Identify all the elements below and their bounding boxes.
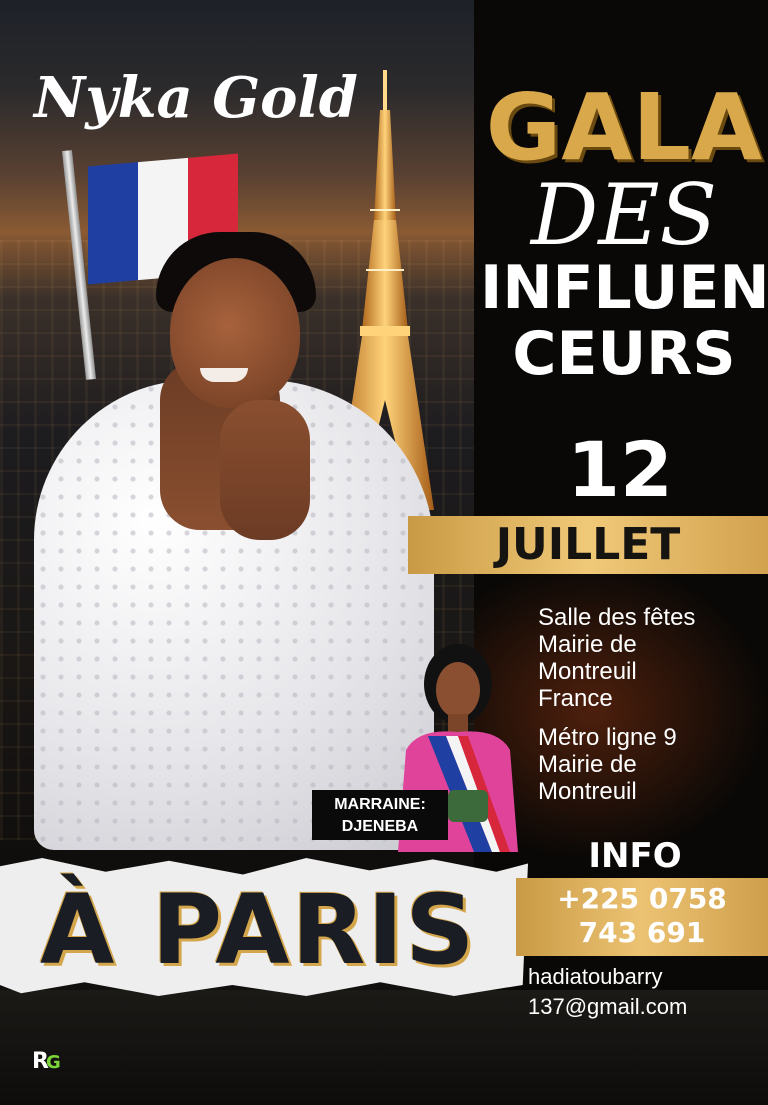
woman-smile (200, 368, 248, 382)
woman-hands (220, 400, 310, 540)
city-banner: À PARIS (40, 874, 477, 986)
event-month: JUILLET (495, 519, 681, 570)
svg-text:G: G (46, 1052, 61, 1073)
rg-logo-icon: R G (32, 1049, 61, 1074)
phone-line: 743 691 (578, 916, 706, 949)
title-influen: INFLUEN (480, 253, 768, 323)
phone-number[interactable]: +225 0758 743 691 (516, 882, 768, 952)
venue-line: France (538, 685, 613, 712)
metro-line: Montreuil (538, 778, 637, 805)
venue-address: Salle des fêtes Mairie de Montreuil Fran… (538, 604, 738, 714)
brand-signature: Nyka Gold (34, 65, 358, 131)
phone-line: +225 0758 (557, 882, 727, 915)
info-heading: INFO (588, 836, 682, 876)
venue-line: Salle des fêtes (538, 604, 696, 631)
venue-line: Montreuil (538, 658, 637, 685)
title-des: DES (530, 166, 718, 264)
title-ceurs: CEURS (512, 319, 736, 389)
event-poster: Nyka Gold GALA DES INFLUEN CEURS 12 JUIL… (0, 0, 768, 1105)
metro-line: Métro ligne 9 (538, 724, 677, 751)
metro-directions: Métro ligne 9 Mairie de Montreuil (538, 724, 738, 805)
venue-line: Mairie de (538, 631, 637, 658)
marraine-label: MARRAINE: (334, 796, 426, 813)
marraine-name: DJENEBA (341, 818, 419, 835)
event-day: 12 (567, 425, 673, 514)
email-line: 137@gmail.com (528, 994, 688, 1019)
woman-face (170, 258, 300, 408)
email-address[interactable]: hadiatoubarry 137@gmail.com (528, 962, 764, 1022)
title-gala: GALA (485, 74, 763, 181)
email-line: hadiatoubarry (528, 964, 663, 989)
marraine-badge: MARRAINE: DJENEBA (312, 790, 448, 840)
metro-line: Mairie de (538, 751, 637, 778)
